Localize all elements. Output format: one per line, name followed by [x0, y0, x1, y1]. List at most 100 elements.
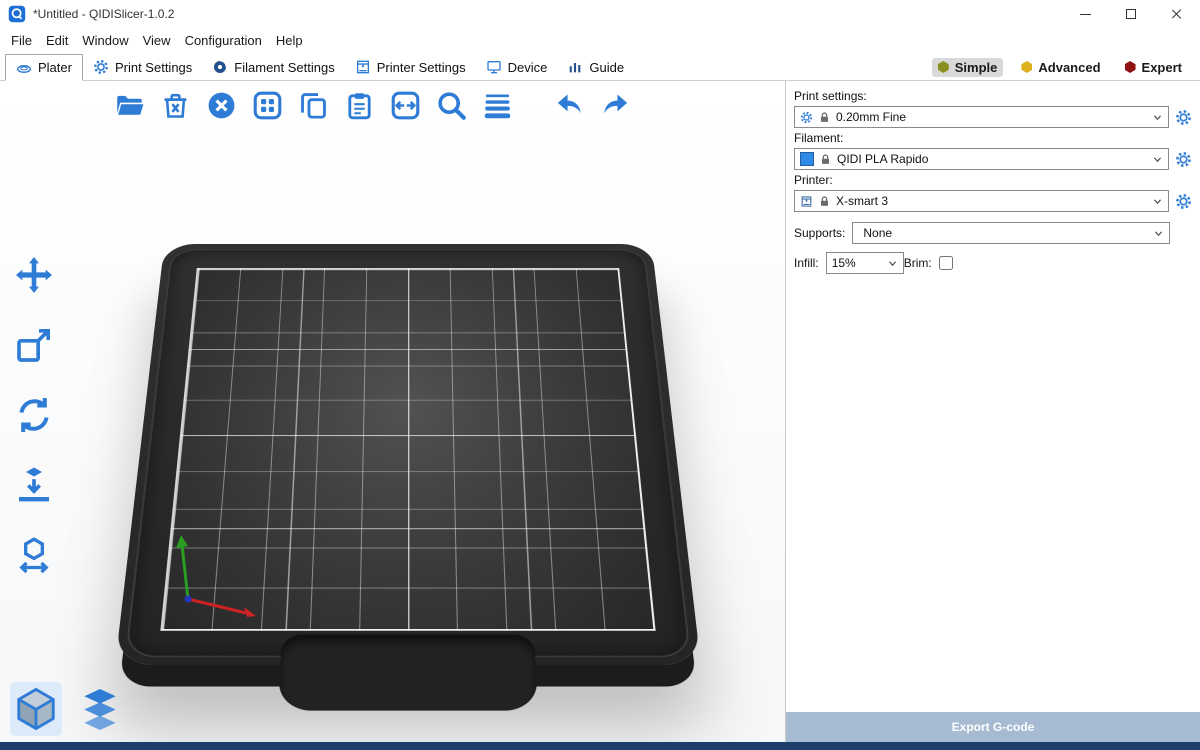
- tab-printer-settings[interactable]: Printer Settings: [345, 54, 476, 80]
- copy-button[interactable]: [296, 88, 331, 123]
- delete-button[interactable]: [158, 88, 193, 123]
- infill-label: Infill:: [794, 256, 819, 270]
- menu-help[interactable]: Help: [269, 31, 310, 50]
- filament-label: Filament:: [794, 131, 1192, 145]
- rotate-tool-button[interactable]: [10, 391, 58, 439]
- scale-tool-button[interactable]: [10, 321, 58, 369]
- filament-color-swatch: [800, 152, 814, 166]
- printer-label: Printer:: [794, 173, 1192, 187]
- cube-3d-icon: [13, 685, 59, 733]
- copy-icon: [298, 90, 329, 121]
- chevron-down-icon: [1152, 154, 1163, 165]
- lock-icon: [818, 195, 831, 208]
- paste-button[interactable]: [342, 88, 377, 123]
- search-button[interactable]: [434, 88, 469, 123]
- maximize-icon: [1126, 9, 1136, 19]
- circle-x-icon: [206, 90, 237, 121]
- menu-view[interactable]: View: [136, 31, 178, 50]
- chevron-down-icon: [1153, 228, 1164, 239]
- printer-icon: [800, 195, 813, 208]
- mode-advanced[interactable]: Advanced: [1015, 58, 1106, 77]
- mode-expert[interactable]: Expert: [1119, 58, 1188, 77]
- rotate-icon: [14, 395, 54, 435]
- delete-all-button[interactable]: [204, 88, 239, 123]
- printer-icon: [355, 59, 371, 75]
- supports-value: None: [863, 226, 892, 240]
- move-tool-button[interactable]: [10, 251, 58, 299]
- print-settings-combo[interactable]: 0.20mm Fine: [794, 106, 1169, 128]
- infill-combo[interactable]: 15%: [826, 252, 904, 274]
- tab-print-settings[interactable]: Print Settings: [83, 54, 202, 80]
- minimize-button[interactable]: [1062, 0, 1108, 28]
- tab-plater[interactable]: Plater: [5, 54, 83, 81]
- left-toolbar: [10, 251, 58, 579]
- menu-edit[interactable]: Edit: [39, 31, 75, 50]
- undo-button[interactable]: [552, 88, 587, 123]
- window-title: *Untitled - QIDISlicer-1.0.2: [33, 7, 174, 21]
- title-bar: *Untitled - QIDISlicer-1.0.2: [0, 0, 1200, 28]
- bed-scene: [108, 155, 708, 742]
- mode-label: Advanced: [1038, 60, 1100, 75]
- print-settings-value: 0.20mm Fine: [836, 110, 906, 124]
- tab-label: Filament Settings: [234, 60, 334, 75]
- split-objects-button[interactable]: [388, 88, 423, 123]
- printer-combo[interactable]: X-smart 3: [794, 190, 1169, 212]
- viewport-3d[interactable]: [0, 81, 785, 742]
- maximize-button[interactable]: [1108, 0, 1154, 28]
- move-icon: [14, 255, 54, 295]
- chevron-down-icon: [1152, 196, 1163, 207]
- menu-configuration[interactable]: Configuration: [178, 31, 269, 50]
- tab-bar: Plater Print Settings Filament Settings …: [0, 52, 1200, 81]
- trash-icon: [160, 90, 191, 121]
- export-gcode-button[interactable]: Export G-code: [786, 712, 1200, 742]
- open-project-button[interactable]: [112, 88, 147, 123]
- variable-layer-height-button[interactable]: [480, 88, 515, 123]
- editor-3d-view-button[interactable]: [10, 682, 62, 736]
- device-icon: [486, 59, 502, 75]
- supports-combo[interactable]: None: [852, 222, 1170, 244]
- menu-window[interactable]: Window: [75, 31, 135, 50]
- mirror-tool-button[interactable]: [10, 531, 58, 579]
- arrange-icon: [252, 90, 283, 121]
- lock-icon: [818, 111, 831, 124]
- infill-value: 15%: [832, 256, 856, 270]
- tab-device[interactable]: Device: [476, 54, 558, 80]
- search-icon: [436, 90, 467, 121]
- close-button[interactable]: [1154, 0, 1200, 28]
- gear-icon: [1175, 109, 1192, 126]
- tab-label: Printer Settings: [377, 60, 466, 75]
- app-logo-icon: [8, 5, 26, 23]
- redo-arrow-icon: [600, 90, 631, 121]
- printer-gear-button[interactable]: [1175, 193, 1192, 210]
- mode-simple[interactable]: Simple: [932, 58, 1004, 77]
- minimize-icon: [1080, 14, 1091, 15]
- bed-handle: [278, 634, 538, 710]
- supports-label: Supports:: [794, 226, 845, 240]
- menu-file[interactable]: File: [4, 31, 39, 50]
- preview-layers-button[interactable]: [74, 682, 126, 736]
- filament-combo[interactable]: QIDI PLA Rapido: [794, 148, 1169, 170]
- arrange-button[interactable]: [250, 88, 285, 123]
- chevron-down-icon: [1152, 112, 1163, 123]
- mode-label: Simple: [955, 60, 998, 75]
- place-on-face-tool-button[interactable]: [10, 461, 58, 509]
- layer-bars-icon: [482, 90, 513, 121]
- tab-filament-settings[interactable]: Filament Settings: [202, 54, 344, 80]
- supports-row: Supports: None: [794, 222, 1192, 244]
- paste-icon: [344, 90, 375, 121]
- gear-icon: [1175, 193, 1192, 210]
- expert-hexagon-icon: [1125, 61, 1136, 73]
- filament-gear-button[interactable]: [1175, 151, 1192, 168]
- settings-sidebar: Print settings: 0.20mm Fine Filament: QI…: [785, 81, 1200, 742]
- redo-button[interactable]: [598, 88, 633, 123]
- scale-icon: [14, 325, 54, 365]
- brim-checkbox[interactable]: [939, 256, 953, 270]
- filament-spool-icon: [212, 59, 228, 75]
- guide-icon: [567, 59, 583, 75]
- chevron-down-icon: [887, 258, 898, 269]
- tab-guide[interactable]: Guide: [557, 54, 634, 80]
- menu-bar: File Edit Window View Configuration Help: [0, 28, 1200, 52]
- print-settings-gear-button[interactable]: [1175, 109, 1192, 126]
- print-settings-label: Print settings:: [794, 89, 1192, 103]
- main-area: Print settings: 0.20mm Fine Filament: QI…: [0, 81, 1200, 742]
